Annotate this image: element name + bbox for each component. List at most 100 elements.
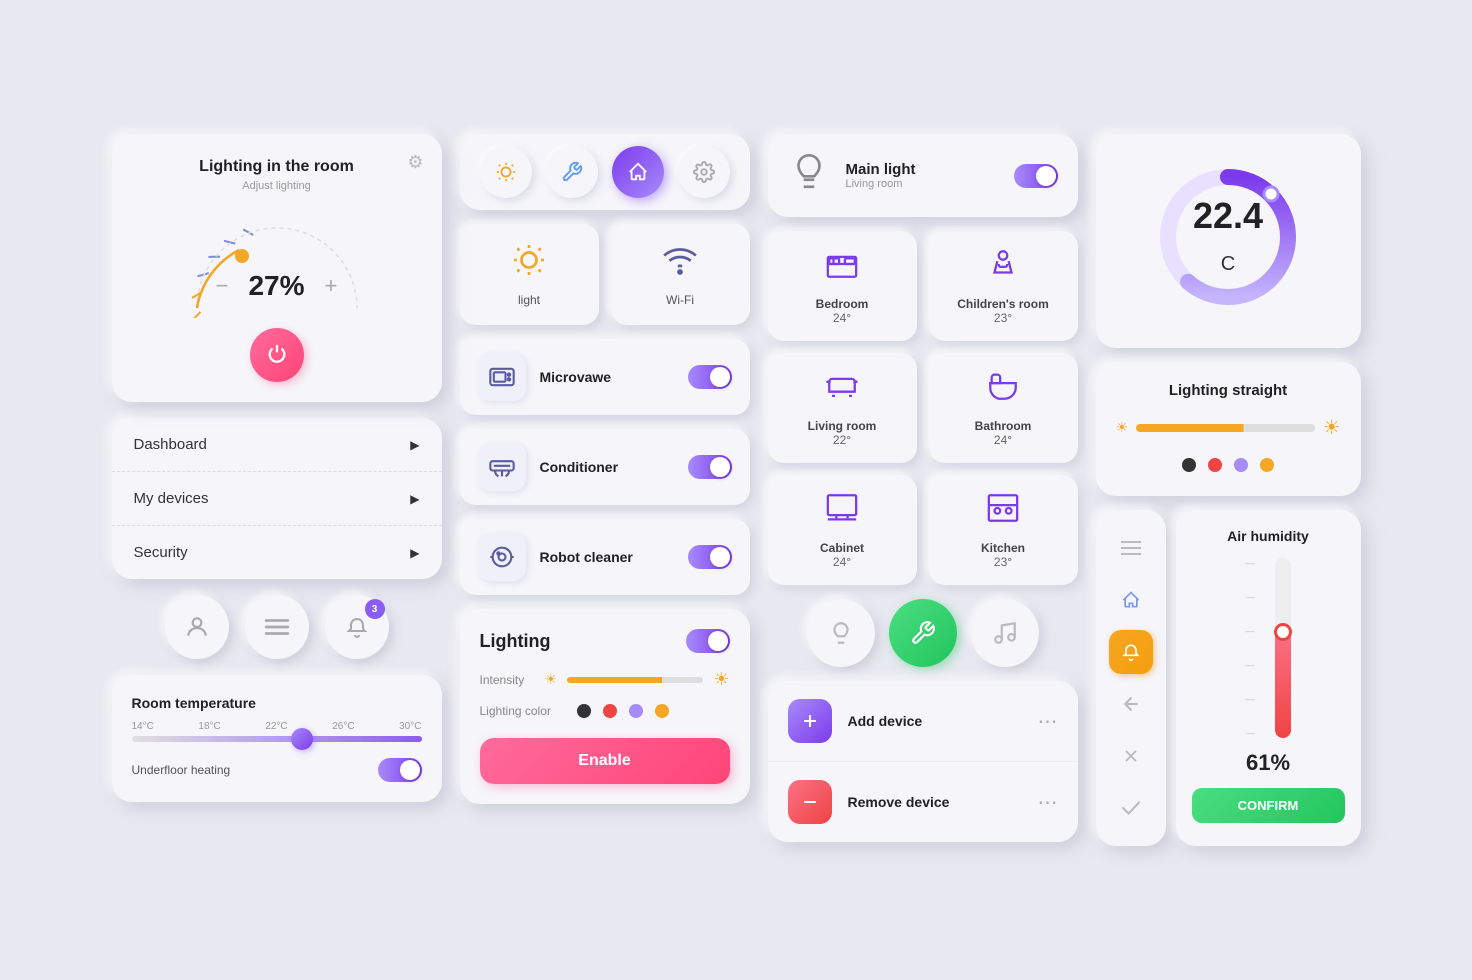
bulb-action-button[interactable] (807, 599, 875, 667)
nav-security-label: Security (134, 544, 188, 561)
power-button[interactable] (250, 328, 304, 382)
living-temp: 22° (784, 433, 901, 447)
color-dot-purple[interactable] (629, 704, 643, 718)
scale-0: — (1246, 728, 1255, 738)
childrens-name: Children's room (945, 297, 1062, 311)
sidebar-notification-btn[interactable] (1109, 630, 1153, 674)
lighting-header: Lighting (480, 629, 730, 653)
temp-number: 22.4 (1193, 195, 1263, 236)
minus-button[interactable]: − (216, 273, 229, 299)
tab-home-icon[interactable] (612, 146, 664, 198)
nav-security-arrow: ▶ (410, 546, 419, 560)
room-kitchen[interactable]: Kitchen 23° (929, 475, 1078, 585)
ls-slider-track[interactable] (1136, 424, 1315, 432)
room-childrens[interactable]: Children's room 23° (929, 231, 1078, 341)
nav-dashboard-arrow: ▶ (410, 438, 419, 452)
room-bedroom[interactable]: Bedroom 24° (768, 231, 917, 341)
lighting-big-title: Lighting (480, 631, 551, 652)
settings-action-button[interactable] (889, 599, 957, 667)
ls-dot-orange[interactable] (1260, 458, 1274, 472)
light-device-card[interactable]: light (460, 224, 599, 325)
lighting-room-card: ⚙ Lighting in the room Adjust lighting (112, 134, 442, 402)
lighting-dial: − 27% + (177, 208, 377, 318)
tab-tool-icon[interactable] (546, 146, 598, 198)
music-action-button[interactable] (971, 599, 1039, 667)
action-icons-row (768, 599, 1078, 667)
remove-device-icon (788, 780, 832, 824)
ls-dot-dark[interactable] (1182, 458, 1196, 472)
enable-button[interactable]: Enable (480, 738, 730, 784)
plus-button[interactable]: + (325, 273, 338, 299)
temp-scale-14: 14°C (132, 721, 154, 732)
sidebar-menu-btn[interactable] (1109, 526, 1153, 570)
add-device-dots[interactable]: ⋯ (1038, 709, 1058, 734)
robot-cleaner-label: Robot cleaner (540, 549, 674, 565)
ls-dot-purple[interactable] (1234, 458, 1248, 472)
living-name: Living room (784, 419, 901, 433)
childrens-icon (945, 247, 1062, 289)
robot-cleaner-toggle[interactable] (688, 545, 732, 569)
intensity-row: Intensity ☀ ☀ (480, 669, 730, 690)
lighting-main-toggle[interactable] (686, 629, 730, 653)
tab-settings-icon[interactable] (678, 146, 730, 198)
wifi-device-card[interactable]: Wi-Fi (611, 224, 750, 325)
main-light-name: Main light (846, 161, 998, 178)
remove-device-row[interactable]: Remove device ⋯ (768, 762, 1078, 842)
add-device-icon (788, 699, 832, 743)
ls-sun-right: ☀ (1323, 415, 1341, 440)
lighting-straight-title: Lighting straight (1116, 382, 1341, 399)
user-avatar-button[interactable] (165, 595, 229, 659)
microwave-toggle-thumb (710, 367, 730, 387)
room-bathroom[interactable]: Bathroom 24° (929, 353, 1078, 463)
color-dot-orange[interactable] (655, 704, 669, 718)
conditioner-toggle[interactable] (688, 455, 732, 479)
room-cabinet[interactable]: Cabinet 24° (768, 475, 917, 585)
nav-security[interactable]: Security ▶ (112, 526, 442, 579)
ls-sun-left: ☀ (1116, 419, 1129, 436)
main-light-toggle[interactable] (1014, 164, 1058, 188)
underfloor-row: Underfloor heating (132, 758, 422, 782)
confirm-button[interactable]: CONFIRM (1192, 788, 1345, 823)
kitchen-temp: 23° (945, 555, 1062, 569)
sidebar-close-btn[interactable] (1109, 734, 1153, 778)
add-device-label: Add device (848, 713, 1022, 729)
kitchen-name: Kitchen (945, 541, 1062, 555)
lighting-big-card: Lighting Intensity ☀ ☀ Lighting color En… (460, 609, 750, 804)
temp-donut: 22.4 C (1153, 162, 1303, 312)
room-temp-title: Room temperature (132, 695, 422, 711)
sun-icon-small-left: ☀ (545, 671, 558, 688)
notification-button[interactable]: 3 (325, 595, 389, 659)
ls-dot-red[interactable] (1208, 458, 1222, 472)
robot-cleaner-card: Robot cleaner (460, 519, 750, 595)
microwave-icon-box (478, 353, 526, 401)
gear-icon[interactable]: ⚙ (407, 152, 423, 173)
nav-mydevices-label: My devices (134, 490, 209, 507)
conditioner-card: Conditioner (460, 429, 750, 505)
temp-slider[interactable] (132, 736, 422, 742)
microwave-toggle[interactable] (688, 365, 732, 389)
remove-device-dots[interactable]: ⋯ (1038, 790, 1058, 815)
lighting-straight-card: Lighting straight ☀ ☀ (1096, 362, 1361, 496)
thermometer-wrap: — — — — — — (1192, 558, 1345, 738)
thermo-fill (1275, 628, 1291, 738)
device-action-card: Add device ⋯ Remove device ⋯ (768, 681, 1078, 842)
bathroom-temp: 24° (945, 433, 1062, 447)
tab-light-icon[interactable] (480, 146, 532, 198)
add-device-row[interactable]: Add device ⋯ (768, 681, 1078, 762)
underfloor-toggle[interactable] (378, 758, 422, 782)
color-dot-red[interactable] (603, 704, 617, 718)
color-dot-dark[interactable] (577, 704, 591, 718)
menu-button[interactable] (245, 595, 309, 659)
sidebar-home-btn[interactable] (1109, 578, 1153, 622)
nav-dashboard[interactable]: Dashboard ▶ (112, 418, 442, 472)
sidebar-back-btn[interactable] (1109, 682, 1153, 726)
nav-mydevices[interactable]: My devices ▶ (112, 472, 442, 526)
dial-percent: 27% (248, 270, 304, 302)
childrens-temp: 23° (945, 311, 1062, 325)
main-light-info: Main light Living room (846, 161, 998, 190)
kitchen-icon (945, 491, 1062, 533)
sidebar-check-btn[interactable] (1109, 786, 1153, 830)
light-device-name: light (474, 293, 585, 307)
intensity-track[interactable] (567, 677, 703, 683)
room-living[interactable]: Living room 22° (768, 353, 917, 463)
